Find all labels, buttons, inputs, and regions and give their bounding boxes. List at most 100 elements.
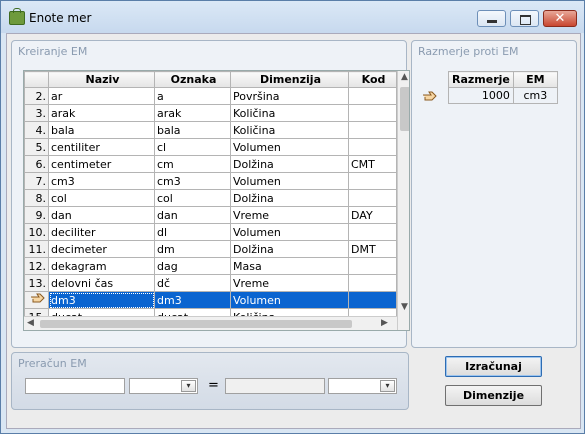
header-naziv[interactable]: Naziv — [48, 71, 155, 88]
cell-naziv[interactable]: centiliter — [48, 138, 155, 156]
cell-naziv[interactable]: ar — [48, 87, 155, 105]
minimize-button[interactable] — [477, 10, 506, 27]
table-row[interactable]: dm3 dm3 Volumen — [24, 291, 397, 309]
table-row[interactable]: 6. centimeter cm Dolžina CMT — [24, 155, 397, 173]
cell-oznaka[interactable]: bala — [154, 121, 231, 139]
cell-oznaka[interactable]: dm3 — [154, 291, 231, 309]
row-number[interactable]: 10. — [24, 223, 49, 241]
cell-oznaka[interactable]: cl — [154, 138, 231, 156]
table-row[interactable]: 8. col col Dolžina — [24, 189, 397, 207]
row-number[interactable]: 11. — [24, 240, 49, 258]
cell-dimenzija[interactable]: Količina — [230, 121, 349, 139]
cell-kod[interactable]: DAY — [348, 206, 397, 224]
maximize-button[interactable] — [510, 10, 539, 27]
from-value-input[interactable] — [25, 378, 125, 394]
cell-dimenzija[interactable]: Vreme — [230, 274, 349, 292]
cell-dimenzija[interactable]: Volumen — [230, 172, 349, 190]
row-number[interactable]: 4. — [24, 121, 49, 139]
cell-naziv[interactable]: dan — [48, 206, 155, 224]
cell-oznaka[interactable]: dl — [154, 223, 231, 241]
vertical-scroll-thumb[interactable] — [400, 87, 409, 131]
header-oznaka[interactable]: Oznaka — [154, 71, 231, 88]
cell-oznaka[interactable]: cm — [154, 155, 231, 173]
table-row[interactable]: 12. dekagram dag Masa — [24, 257, 397, 275]
table-row[interactable]: 5. centiliter cl Volumen — [24, 138, 397, 156]
cell-kod[interactable] — [348, 189, 397, 207]
cell-dimenzija[interactable]: Dolžina — [230, 240, 349, 258]
cell-naziv[interactable]: dekagram — [48, 257, 155, 275]
table-row[interactable]: 4. bala bala Količina — [24, 121, 397, 139]
cell-oznaka[interactable]: col — [154, 189, 231, 207]
cell-dimenzija[interactable]: Količina — [230, 104, 349, 122]
cell-naziv[interactable]: bala — [48, 121, 155, 139]
cell-naziv[interactable]: arak — [48, 104, 155, 122]
header-razmerje[interactable]: Razmerje — [448, 71, 514, 88]
units-grid[interactable]: Naziv Oznaka Dimenzija Kod 2. ar a Površina… — [23, 70, 410, 331]
from-unit-combo[interactable]: ▾ — [129, 378, 198, 394]
dimenzije-button[interactable]: Dimenzije — [445, 385, 542, 406]
scroll-down-icon[interactable]: ▼ — [401, 302, 408, 312]
cell-naziv[interactable]: col — [48, 189, 155, 207]
cell-kod[interactable] — [348, 172, 397, 190]
row-number[interactable]: 8. — [24, 189, 49, 207]
table-row[interactable]: 10. deciliter dl Volumen — [24, 223, 397, 241]
header-dimenzija[interactable]: Dimenzija — [230, 71, 349, 88]
header-em[interactable]: EM — [512, 71, 558, 88]
cell-kod[interactable] — [348, 257, 397, 275]
cell-dimenzija[interactable]: Vreme — [230, 206, 349, 224]
horizontal-scroll-thumb[interactable] — [40, 320, 352, 328]
cell-dimenzija[interactable]: Masa — [230, 257, 349, 275]
cell-kod[interactable]: DMT — [348, 240, 397, 258]
cell-oznaka[interactable]: dag — [154, 257, 231, 275]
close-button[interactable]: ✕ — [543, 10, 577, 27]
scroll-up-icon[interactable]: ▲ — [401, 72, 408, 82]
table-row[interactable]: 3. arak arak Količina — [24, 104, 397, 122]
row-number[interactable]: 9. — [24, 206, 49, 224]
cell-kod[interactable] — [348, 104, 397, 122]
row-number[interactable] — [24, 291, 49, 309]
row-number[interactable]: 3. — [24, 104, 49, 122]
horizontal-scrollbar[interactable]: ◀ ▶ — [24, 316, 397, 330]
ratio-value-cell[interactable]: 1000 — [448, 87, 514, 104]
scroll-right-icon[interactable]: ▶ — [381, 318, 388, 328]
row-number[interactable]: 12. — [24, 257, 49, 275]
cell-kod[interactable] — [348, 223, 397, 241]
vertical-scrollbar[interactable]: ▲ ▼ — [397, 71, 409, 330]
cell-kod[interactable] — [348, 274, 397, 292]
cell-dimenzija[interactable]: Volumen — [230, 138, 349, 156]
title-bar[interactable]: Enote mer ✕ — [1, 1, 584, 33]
cell-kod[interactable] — [348, 121, 397, 139]
cell-oznaka[interactable]: dan — [154, 206, 231, 224]
cell-oznaka[interactable]: arak — [154, 104, 231, 122]
row-number[interactable]: 6. — [24, 155, 49, 173]
cell-dimenzija[interactable]: Dolžina — [230, 155, 349, 173]
ratio-em-cell[interactable]: cm3 — [512, 87, 558, 104]
cell-kod[interactable] — [348, 138, 397, 156]
cell-oznaka[interactable]: dm — [154, 240, 231, 258]
header-kod[interactable]: Kod — [348, 71, 397, 88]
cell-oznaka[interactable]: cm3 — [154, 172, 231, 190]
to-unit-combo[interactable]: ▾ — [328, 378, 397, 394]
table-row[interactable]: 13. delovni čas dč Vreme — [24, 274, 397, 292]
row-number[interactable]: 7. — [24, 172, 49, 190]
row-number[interactable]: 13. — [24, 274, 49, 292]
row-number[interactable]: 5. — [24, 138, 49, 156]
chevron-down-icon[interactable]: ▾ — [181, 380, 196, 392]
cell-naziv[interactable]: centimeter — [48, 155, 155, 173]
cell-kod[interactable] — [348, 87, 397, 105]
cell-dimenzija[interactable]: Površina — [230, 87, 349, 105]
cell-kod[interactable] — [348, 291, 397, 309]
cell-naziv[interactable]: decimeter — [48, 240, 155, 258]
cell-dimenzija[interactable]: Volumen — [230, 291, 349, 309]
cell-naziv[interactable]: delovni čas — [48, 274, 155, 292]
table-row[interactable]: 9. dan dan Vreme DAY — [24, 206, 397, 224]
chevron-down-icon[interactable]: ▾ — [380, 380, 395, 392]
cell-dimenzija[interactable]: Volumen — [230, 223, 349, 241]
ratio-grid[interactable]: Razmerje EM 1000 cm3 — [448, 71, 558, 104]
cell-oznaka[interactable]: dč — [154, 274, 231, 292]
cell-dimenzija[interactable]: Dolžina — [230, 189, 349, 207]
cell-naziv[interactable]: deciliter — [48, 223, 155, 241]
table-row[interactable]: 11. decimeter dm Dolžina DMT — [24, 240, 397, 258]
table-row[interactable]: 2. ar a Površina — [24, 87, 397, 105]
cell-oznaka[interactable]: a — [154, 87, 231, 105]
